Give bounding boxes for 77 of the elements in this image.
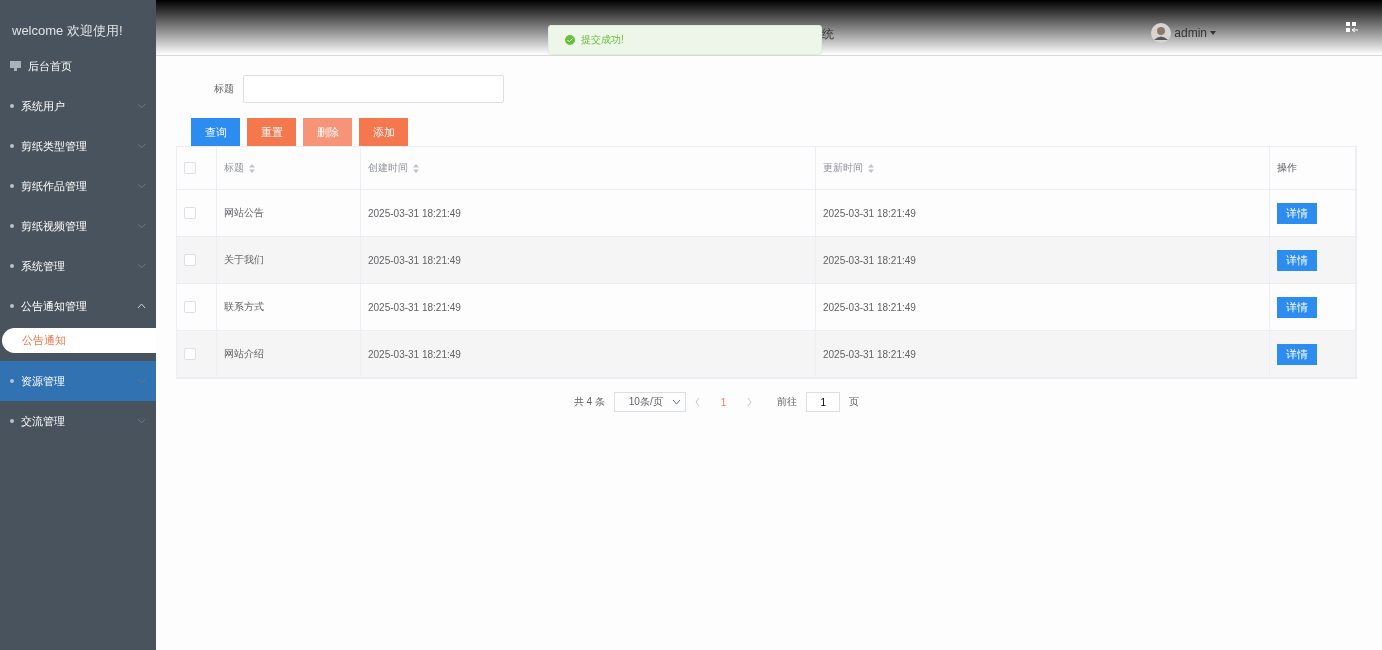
site-title: 统 — [822, 26, 834, 43]
row-checkbox[interactable] — [184, 348, 196, 360]
table-cell: 网站公告 — [224, 206, 264, 220]
detail-button[interactable]: 详情 — [1277, 202, 1317, 224]
bullet-icon — [10, 144, 14, 148]
menu-item[interactable]: 交流管理 — [0, 401, 156, 441]
row-checkbox[interactable] — [184, 301, 196, 313]
menu-item[interactable]: 系统管理 — [0, 246, 156, 286]
toast-message: 提交成功! — [581, 33, 624, 47]
menu-item[interactable]: 剪纸类型管理 — [0, 126, 156, 166]
detail-button[interactable]: 详情 — [1277, 296, 1317, 318]
bullet-icon — [10, 224, 14, 228]
table-cell: 2025-03-31 18:21:49 — [368, 254, 461, 266]
submenu-item[interactable]: 公告通知 — [2, 328, 156, 353]
bullet-icon — [10, 379, 14, 383]
bullet-icon — [10, 184, 14, 188]
chevron-down-icon — [137, 143, 146, 149]
table-cell: 2025-03-31 18:21:49 — [823, 301, 916, 313]
chevron-down-icon — [671, 399, 681, 405]
action-button[interactable]: 查询 — [191, 118, 240, 146]
table-cell: 2025-03-31 18:21:49 — [368, 301, 461, 313]
detail-button[interactable]: 详情 — [1277, 249, 1317, 271]
page-number[interactable]: 1 — [708, 396, 739, 408]
menu-item[interactable]: 后台首页 — [0, 46, 156, 86]
column-header: 标题 — [224, 161, 244, 175]
menu-item[interactable]: 系统用户 — [0, 86, 156, 126]
action-button[interactable]: 重置 — [247, 118, 296, 146]
total-count: 共 4 条 — [573, 395, 605, 409]
bullet-icon — [10, 304, 14, 308]
table-cell: 网站介绍 — [224, 347, 264, 361]
chevron-down-icon — [137, 418, 146, 424]
bullet-icon — [10, 104, 14, 108]
welcome-text: welcome 欢迎使用! — [11, 22, 124, 40]
menu-item[interactable]: 剪纸作品管理 — [0, 166, 156, 206]
chevron-down-icon — [137, 223, 146, 229]
monitor-icon — [10, 61, 21, 71]
column-header: 操作 — [1277, 161, 1297, 175]
prev-page-icon[interactable] — [694, 398, 700, 406]
row-checkbox[interactable] — [184, 207, 196, 219]
goto-page-field[interactable]: 1 — [806, 392, 841, 412]
avatar-icon — [1151, 23, 1172, 43]
column-header: 创建时间 — [368, 161, 408, 175]
table-cell: 2025-03-31 18:21:49 — [368, 348, 461, 360]
chevron-down-icon — [137, 103, 146, 109]
sort-icon[interactable] — [249, 163, 255, 173]
user-menu[interactable]: admin — [1151, 23, 1216, 43]
chevron-up-icon — [137, 303, 146, 309]
next-page-icon[interactable] — [747, 398, 753, 406]
menu-item[interactable]: 公告通知管理 — [0, 286, 156, 326]
bullet-icon — [10, 264, 14, 268]
chevron-down-icon — [137, 263, 146, 269]
goto-label: 前往 — [777, 395, 798, 409]
table-cell: 联系方式 — [224, 300, 264, 314]
action-button[interactable]: 添加 — [359, 118, 408, 146]
caret-icon — [1210, 31, 1216, 35]
table-cell: 2025-03-31 18:21:49 — [823, 254, 916, 266]
menu-item[interactable]: 资源管理 — [0, 361, 156, 401]
table-cell: 2025-03-31 18:21:49 — [368, 207, 461, 219]
fullscreen-icon[interactable] — [1346, 22, 1358, 33]
sort-icon[interactable] — [868, 163, 874, 173]
select-all-checkbox[interactable] — [184, 162, 196, 174]
chevron-down-icon — [137, 183, 146, 189]
page-size-select[interactable]: 10条/页 — [613, 392, 686, 412]
check-circle-icon — [565, 35, 575, 45]
page-suffix: 页 — [849, 395, 860, 409]
column-header: 更新时间 — [823, 161, 863, 175]
field-label: 标题 — [214, 82, 234, 96]
table-cell: 2025-03-31 18:21:49 — [823, 207, 916, 219]
title-input[interactable] — [243, 75, 504, 103]
chevron-down-icon — [137, 378, 146, 384]
table-cell: 关于我们 — [224, 253, 264, 267]
table-cell: 2025-03-31 18:21:49 — [823, 348, 916, 360]
sort-icon[interactable] — [413, 163, 419, 173]
menu-item[interactable]: 剪纸视频管理 — [0, 206, 156, 246]
row-checkbox[interactable] — [184, 254, 196, 266]
bullet-icon — [10, 419, 14, 423]
detail-button[interactable]: 详情 — [1277, 343, 1317, 365]
